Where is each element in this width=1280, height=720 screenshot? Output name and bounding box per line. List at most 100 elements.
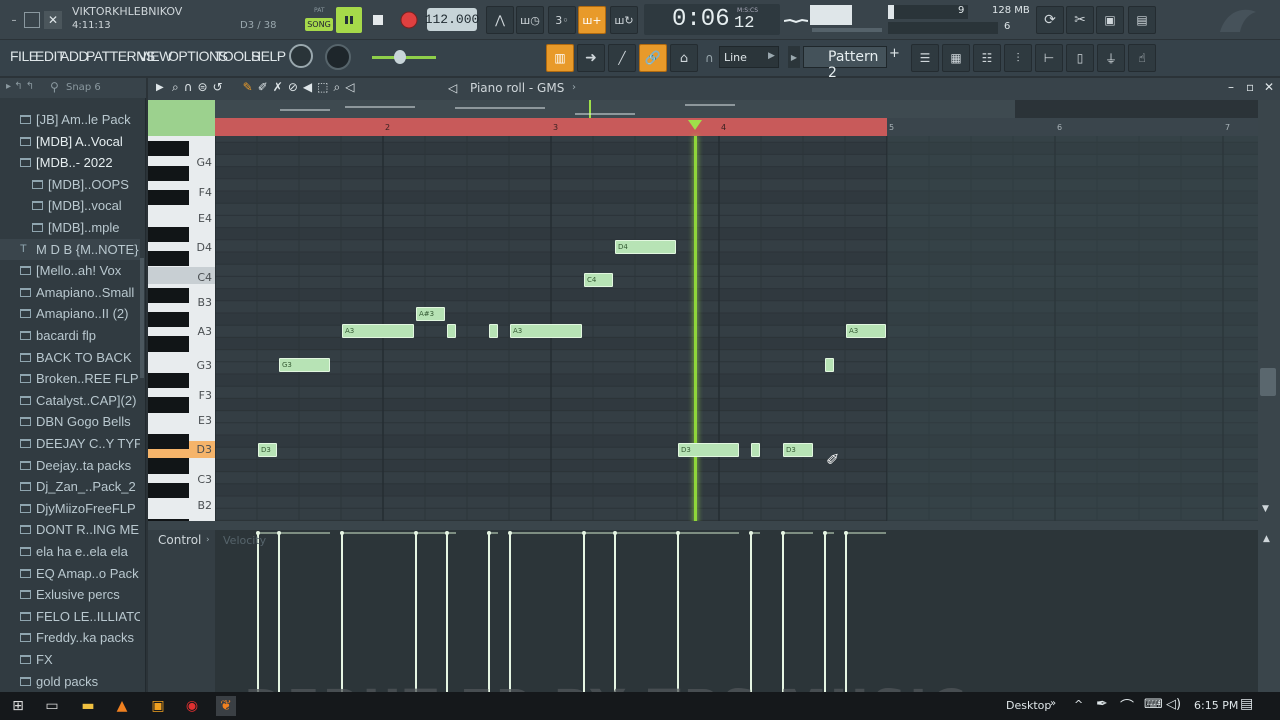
black-key[interactable] [148, 312, 189, 328]
note[interactable] [825, 358, 834, 372]
song-mode-toggle[interactable]: SONG [305, 18, 333, 31]
browser-item[interactable]: Broken..REE FLP [0, 368, 140, 389]
browser-item[interactable]: FELO LE..ILLIATO [0, 606, 140, 627]
tray-up-icon[interactable]: ^ [1074, 698, 1083, 711]
black-key[interactable] [148, 482, 189, 498]
browser-item[interactable]: DBN Gogo Bells [0, 411, 140, 432]
browser-item[interactable]: Exlusive percs [0, 584, 140, 605]
minimize-icon[interactable]: – [6, 12, 22, 28]
browser-item[interactable]: [JB] Am..le Pack [0, 109, 140, 130]
stop-button[interactable] [366, 7, 390, 33]
pencil-tool-button[interactable]: ╱ [608, 44, 636, 72]
playback-icon[interactable]: ◁ [345, 80, 354, 98]
plugin-button[interactable]: ⏚ [1097, 44, 1125, 72]
pattern-selector[interactable]: Pattern 2 [803, 46, 887, 81]
browser-item[interactable]: DjyMiizoFreeFLP [0, 498, 140, 519]
control-arrow-up-icon[interactable]: ▲ [1263, 534, 1270, 544]
chevron-icon[interactable]: » [1050, 698, 1056, 709]
close-icon[interactable]: ✕ [44, 11, 62, 29]
black-key[interactable] [148, 434, 189, 450]
control-label[interactable]: Control [158, 533, 201, 547]
countdown-button[interactable]: 3◦ [548, 6, 576, 34]
black-key[interactable] [148, 190, 189, 206]
velocity-lane[interactable]: Velocity [215, 530, 1258, 692]
menu-view[interactable]: VIEW [138, 48, 172, 64]
browser-item[interactable]: gold packs [0, 671, 140, 692]
blend-notes-button[interactable]: ш+ [578, 6, 606, 34]
add-pattern-button[interactable]: + [889, 46, 903, 68]
note[interactable]: A#3 [416, 307, 445, 321]
channel-rack-button[interactable]: ☷ [973, 44, 1001, 72]
recorder-icon[interactable]: ◉ [182, 696, 202, 716]
note[interactable] [489, 324, 498, 338]
paint-icon[interactable]: ✐ [258, 80, 268, 98]
piano-keyboard[interactable]: G4 F4 E4 D4 C4 B3 A3 G3 F3 E3 D3 C3 B2 [148, 136, 215, 535]
note[interactable]: D3 [678, 443, 739, 457]
browser-item[interactable]: bacardi flp [0, 325, 140, 346]
black-key[interactable] [148, 251, 189, 267]
browser-item[interactable]: Freddy..ka packs [0, 627, 140, 648]
playlist-button[interactable]: ☰ [911, 44, 939, 72]
black-key[interactable] [148, 397, 189, 413]
metronome-button[interactable]: ⋀ [486, 6, 514, 34]
browser-item[interactable]: DEEJAY C..Y TYPE [0, 433, 140, 454]
note[interactable]: A3 [342, 324, 414, 338]
browser-item[interactable]: T M D B {M..NOTE} [0, 238, 140, 260]
start-icon[interactable]: ⊞ [8, 696, 28, 716]
browser-item[interactable]: Catalyst..CAP](2) [0, 390, 140, 411]
browser-item[interactable]: DONT R..ING ME [0, 519, 140, 540]
pencil-icon[interactable]: ✎ [243, 80, 253, 98]
record-button[interactable] [396, 7, 422, 33]
render-button[interactable]: ▤ [1128, 6, 1156, 34]
browser-item[interactable]: [MDB]..mple [0, 217, 140, 238]
black-key[interactable] [148, 373, 189, 389]
browser-item[interactable]: ela ha e..ela ela [0, 541, 140, 562]
browser-button[interactable]: ⊢ [1035, 44, 1063, 72]
black-key[interactable] [148, 336, 189, 352]
menu-circle-icon[interactable]: ⊜ [198, 80, 208, 98]
main-volume-knob[interactable] [289, 44, 313, 68]
file-explorer-icon[interactable]: ▬ [78, 696, 98, 716]
clock[interactable]: 6:15 PM [1194, 699, 1238, 712]
master-volume-slider[interactable] [812, 28, 882, 32]
media-player-icon[interactable]: ▣ [148, 696, 168, 716]
control-scroll[interactable]: ▲ [1258, 530, 1280, 692]
note[interactable] [447, 324, 456, 338]
browser-item[interactable]: EQ Amap..o Pack [0, 563, 140, 584]
main-pitch-knob[interactable] [325, 44, 351, 70]
browser-item[interactable]: Deejay..ta packs [0, 455, 140, 476]
pr-minimize-icon[interactable]: – [1228, 80, 1234, 94]
slice-icon[interactable]: ◀ [303, 80, 312, 98]
save-button[interactable]: ▣ [1096, 6, 1124, 34]
play-button[interactable] [336, 7, 362, 33]
black-key[interactable] [148, 458, 189, 474]
stamp-tool-button[interactable]: ⌂ [670, 44, 698, 72]
select-icon[interactable]: ⬚ [317, 80, 328, 98]
volume-icon[interactable]: ◁) [1166, 697, 1181, 712]
note[interactable]: D3 [258, 443, 277, 457]
undo-icon[interactable]: ↺ [213, 80, 223, 98]
mixer-button[interactable]: ⫶ [1004, 44, 1032, 72]
pr-close-icon[interactable]: ✕ [1264, 80, 1274, 94]
scroll-up-icon[interactable]: ▼ [1262, 504, 1269, 514]
black-key[interactable] [148, 287, 189, 303]
note[interactable]: C4 [584, 273, 613, 287]
restore-icon[interactable] [24, 12, 40, 28]
erase-icon[interactable]: ✗ [273, 80, 283, 98]
snap-select[interactable]: Line ▶ [719, 46, 779, 68]
note[interactable]: G3 [279, 358, 330, 372]
piano-roll-snap-button[interactable]: ▥ [546, 44, 574, 72]
piano-roll-menu-arrow-icon[interactable]: ▶ [156, 82, 164, 93]
cut-button[interactable]: ✂ [1066, 6, 1094, 34]
splitter[interactable] [148, 521, 1280, 530]
note-overview[interactable] [215, 100, 1015, 118]
black-key[interactable] [148, 141, 189, 157]
vlc-icon[interactable]: ▲ [112, 696, 132, 716]
menu-help[interactable]: HELP [251, 48, 286, 64]
speaker-icon[interactable]: ◁ [448, 81, 457, 95]
browser-item[interactable]: BACK TO BACK [0, 347, 140, 368]
black-key[interactable] [148, 226, 189, 242]
project-button[interactable]: ▯ [1066, 44, 1094, 72]
time-display[interactable]: 0:06 M:S:CS 12 [644, 4, 780, 35]
browser-item[interactable]: FX [0, 649, 140, 670]
